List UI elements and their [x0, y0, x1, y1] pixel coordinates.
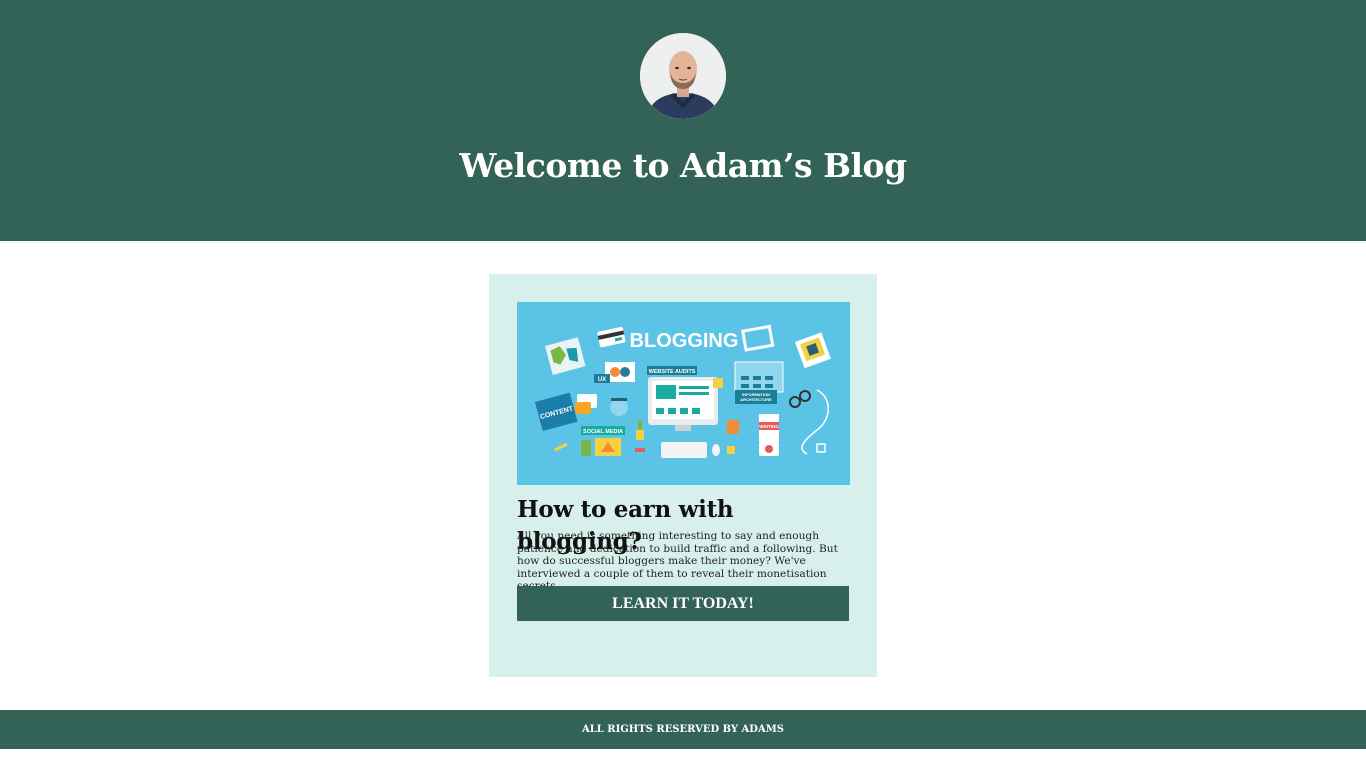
post-excerpt: All you need is something interesting to… [517, 530, 838, 592]
learn-it-today-button[interactable]: LEARN IT TODAY! [517, 586, 849, 621]
blogging-label: BLOGGING [630, 330, 739, 352]
blog-post-card: BLOGGING UX CONTENT SOCIAL MEDIA WEBSITE… [489, 274, 877, 677]
svg-text:ARCHITECTURE: ARCHITECTURE [740, 397, 772, 402]
author-avatar [640, 33, 726, 119]
copyright-text: ALL RIGHTS RESERVED BY ADAMS [581, 724, 785, 735]
social-media-tag: SOCIAL MEDIA [583, 429, 623, 435]
site-header: Welcome to Adam’s Blog [0, 0, 1366, 241]
page-title: Welcome to Adam’s Blog [459, 146, 907, 185]
avatar-photo-icon [640, 33, 726, 119]
website-audits-tag: WEBSITE AUDITS [649, 369, 696, 375]
writing-tag: WRITING [759, 424, 779, 429]
blogging-illustration-image: BLOGGING UX CONTENT SOCIAL MEDIA WEBSITE… [517, 302, 850, 485]
ux-tag: UX [598, 377, 606, 383]
blogging-illustration-icon: BLOGGING UX CONTENT SOCIAL MEDIA WEBSITE… [517, 302, 850, 485]
site-footer: ALL RIGHTS RESERVED BY ADAMS [0, 710, 1366, 749]
